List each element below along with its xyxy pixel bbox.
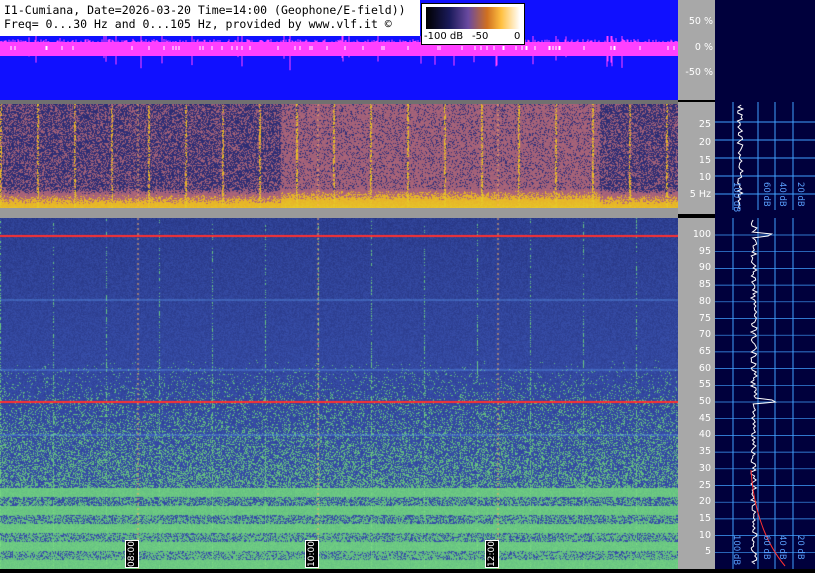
- freq-tick: 45: [698, 412, 711, 424]
- pct-label: 0 %: [694, 42, 713, 53]
- panel-db-label: 60 dB: [761, 182, 771, 207]
- freq-tick: 50: [698, 396, 711, 407]
- freq-tick: 90: [698, 262, 711, 274]
- freq-tick: 20: [698, 137, 711, 148]
- freq-scale-high: 100 95 90 85 80 75 70 65 60 55 50 45 40 35 30 25 20 15 10 5: [678, 218, 715, 569]
- freq-tick: 40: [698, 429, 711, 441]
- time-label-0800: 08:00: [125, 540, 139, 568]
- spectrogram-high: [0, 218, 678, 569]
- freq-tick: 75: [698, 312, 711, 324]
- panel-db-label: 40 dB: [777, 182, 787, 207]
- freq-tick: 25: [698, 119, 711, 130]
- time-label-1000: 10:00: [305, 540, 319, 568]
- panel-db-label: 20 dB: [795, 182, 805, 207]
- legend-label-min: -100 dB: [424, 31, 464, 42]
- header-title-line: I1-Cumiana, Date=2026-03-20 Time=14:00 (…: [4, 3, 406, 17]
- level-profile-plot: [715, 102, 815, 569]
- freq-tick: 10: [698, 529, 711, 541]
- panel-db-label: 60 dB: [761, 535, 771, 560]
- freq-tick: 25: [698, 479, 711, 491]
- freq-tick: 5: [704, 546, 711, 558]
- level-profile-panel: 100 dB 60 dB 40 dB 20 dB 100 dB 60 dB 40…: [715, 0, 815, 569]
- freq-tick: 85: [698, 279, 711, 291]
- freq-tick: 65: [698, 345, 711, 357]
- freq-tick: 55: [698, 379, 711, 391]
- freq-tick: 70: [698, 329, 711, 341]
- freq-tick: 15: [698, 512, 711, 524]
- panel-db-label: 20 dB: [795, 535, 805, 560]
- freq-tick: 95: [698, 245, 711, 257]
- amplitude-percent-scale: 50 % 0 % -50 %: [678, 0, 715, 100]
- freq-tick: 5 Hz: [689, 189, 711, 200]
- panel-db-label: 100 dB: [731, 535, 741, 566]
- freq-tick: 20: [698, 496, 711, 508]
- panel-db-label: 100 dB: [731, 182, 741, 213]
- panel-db-label: 40 dB: [777, 535, 787, 560]
- freq-tick: 80: [698, 295, 711, 307]
- freq-tick: 30: [698, 462, 711, 474]
- freq-scale-low: 25 20 15 10 5 Hz: [678, 102, 715, 214]
- pct-label: -50 %: [685, 67, 713, 78]
- freq-tick: 35: [698, 446, 711, 458]
- freq-tick: 100: [692, 229, 711, 240]
- freq-tick: 10: [698, 172, 711, 183]
- legend-label-max: 0: [514, 31, 521, 42]
- separator: [0, 208, 678, 218]
- freq-tick: 60: [698, 362, 711, 374]
- header-frequency-line: Freq= 0...30 Hz and 0...105 Hz, provided…: [4, 17, 392, 31]
- header-panel: I1-Cumiana, Date=2026-03-20 Time=14:00 (…: [0, 0, 678, 100]
- spectrogram-low: [0, 104, 678, 208]
- color-scale-legend: -100 dB -50 0: [421, 3, 525, 45]
- pct-label: 50 %: [688, 16, 713, 27]
- legend-label-mid: -50: [472, 31, 489, 42]
- waveform-plot: [0, 36, 678, 71]
- freq-tick: 15: [698, 155, 711, 166]
- time-label-1200: 12:00: [485, 540, 499, 568]
- color-scale-bar: [426, 7, 520, 29]
